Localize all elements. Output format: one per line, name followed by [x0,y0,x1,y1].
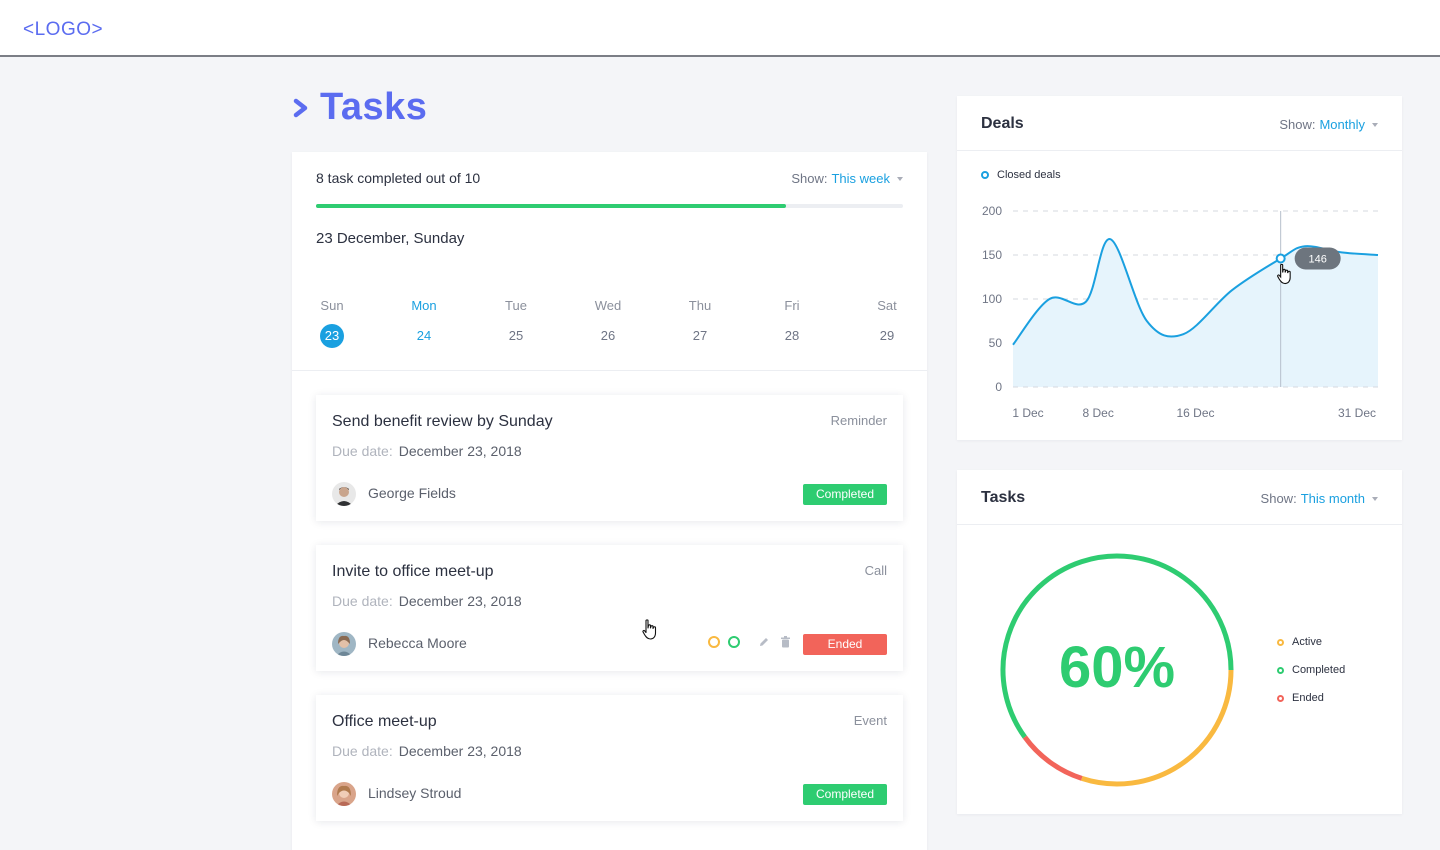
show-label: Show: [791,171,828,186]
legend-item: Ended [1277,691,1345,705]
assignee-name: George Fields [368,485,456,501]
day-name: Wed [594,298,622,313]
day-number: 24 [416,328,432,343]
show-value: This week [831,171,890,186]
day-number: 25 [508,328,524,343]
progress-fill [316,204,786,208]
caret-down-icon [897,176,903,181]
page-title: Tasks [293,86,427,129]
completion-percent: 60% [1058,635,1176,700]
task-card[interactable]: Office meet-up Event Due date: December 2… [316,695,903,821]
legend-label: Ended [1292,692,1324,704]
divider [292,370,927,371]
task-due-date: Due date: December 23, 2018 [332,443,522,459]
legend-item: Completed [1277,663,1345,677]
trash-icon[interactable] [780,636,791,648]
status-badge: Completed [803,484,887,505]
assignee-name: Lindsey Stroud [368,785,462,801]
legend-label: Active [1292,636,1322,648]
day-number: 27 [692,328,708,343]
day-name: Fri [784,298,800,313]
task-title: Invite to office meet-up [332,563,494,580]
page-title-text: Tasks [320,86,428,128]
tasks-chart-panel: Tasks Show: This month 60% Active Complet… [957,470,1402,814]
calendar-day[interactable]: Sun 23 [316,298,348,348]
y-tick-label: 200 [982,204,1002,218]
y-tick-label: 150 [982,248,1002,262]
x-tick-label: 8 Dec [1082,406,1113,420]
progress-bar [316,204,903,208]
status-badge: Completed [803,784,887,805]
deals-panel: Deals Show: Monthly Closed deals 0 50 100 1… [957,96,1402,440]
calendar-day[interactable]: Tue 25 [500,298,532,348]
task-title: Office meet-up [332,713,437,730]
due-date-value: December 23, 2018 [398,593,522,609]
task-due-date: Due date: December 23, 2018 [332,743,522,759]
legend-item: Active [1277,635,1345,649]
edit-icon[interactable] [758,636,770,648]
calendar-day[interactable]: Sat 29 [871,298,903,348]
due-date-value: December 23, 2018 [398,743,522,759]
top-bar: <LOGO> [0,0,1440,57]
avatar [332,632,356,656]
due-date-label: Due date: [332,443,393,459]
due-date-label: Due date: [332,743,393,759]
tasks-chart-legend: Active Completed Ended [1277,635,1345,719]
day-number: 29 [879,328,895,343]
day-name: Tue [505,298,527,313]
mark-completed-toggle[interactable] [728,636,740,648]
day-number: 28 [784,328,800,343]
hand-cursor-icon [642,619,657,640]
tasks-panel: 8 task completed out of 10 Show: This we… [292,152,927,850]
day-name: Sat [877,298,897,313]
task-category: Reminder [830,413,887,428]
chevron-right-icon [293,98,308,117]
mark-active-toggle[interactable] [708,636,720,648]
legend-label: Completed [1292,664,1346,676]
logo[interactable]: <LOGO> [23,19,103,41]
task-category: Call [864,563,887,578]
legend-marker [1277,694,1284,702]
selected-date-title: 23 December, Sunday [316,230,465,247]
task-category: Event [853,713,887,728]
y-tick-label: 100 [982,292,1002,306]
avatar [332,782,356,806]
donut-slice-ended [1022,735,1083,781]
day-number: 23 [320,324,344,348]
due-date-value: December 23, 2018 [398,443,522,459]
calendar-day[interactable]: Thu 27 [684,298,716,348]
day-name: Sun [320,298,344,313]
x-tick-label: 31 Dec [1338,406,1376,420]
x-tick-label: 1 Dec [1012,406,1043,420]
y-tick-label: 0 [995,380,1002,394]
avatar [332,482,356,506]
day-name: Thu [688,298,712,313]
legend-marker [1277,638,1284,646]
status-badge: Ended [803,634,887,655]
y-tick-label: 50 [989,336,1003,350]
highlight-point[interactable] [1275,253,1286,264]
calendar-day[interactable]: Mon 24 [408,298,440,348]
due-date-label: Due date: [332,593,393,609]
tasks-period-select[interactable]: Show: This week [791,171,903,186]
deals-chart: 0 50 100 150 200 1 Dec 8 Dec 16 Dec 31 Dec 146 [982,204,1379,420]
task-title: Send benefit review by Sunday [332,413,553,430]
calendar-day[interactable]: Fri 28 [776,298,808,348]
legend-marker [1277,666,1284,674]
day-name: Mon [411,298,437,313]
x-tick-label: 16 Dec [1176,406,1214,420]
day-number: 26 [600,328,616,343]
tooltip-value: 146 [1308,254,1326,266]
task-due-date: Due date: December 23, 2018 [332,593,522,609]
task-card[interactable]: Send benefit review by Sunday Reminder D… [316,395,903,521]
calendar-day[interactable]: Wed 26 [592,298,624,348]
week-calendar: Sun 23 Mon 24 Tue 25 Wed 26 Thu 27 Fri 28 Sat 29 [316,298,903,348]
progress-text: 8 task completed out of 10 [316,170,481,186]
task-actions [708,636,791,648]
assignee-name: Rebecca Moore [368,635,467,651]
task-card[interactable]: Invite to office meet-up Call Due date: D… [316,545,903,671]
